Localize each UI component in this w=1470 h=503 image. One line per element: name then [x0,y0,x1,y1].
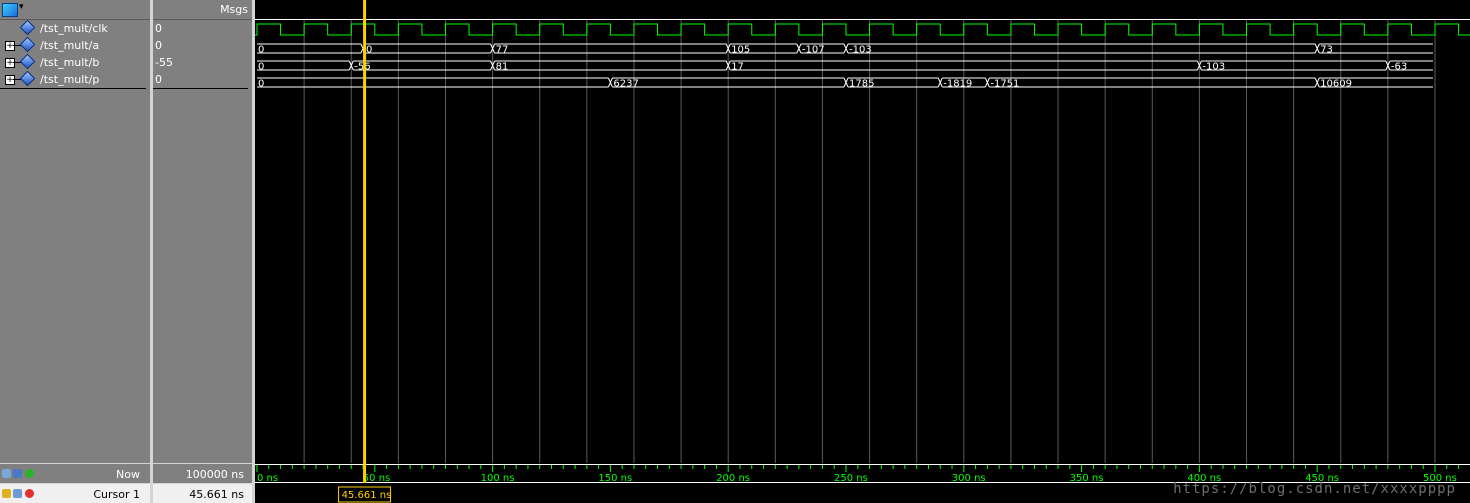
bus-transition [937,77,943,88]
now-value: 100000 ns [185,468,244,481]
value-row: 0 [153,71,248,89]
bus-value-label: 0 [366,45,372,56]
signal-name: /tst_mult/p [40,73,100,86]
signal-row-clk[interactable]: /tst_mult/clk [0,19,150,37]
edit-cursor-icon[interactable] [13,489,22,498]
bus-value-label: -103 [1202,62,1225,73]
signal-row-b[interactable]: + /tst_mult/b [0,53,150,71]
expand-plus-icon[interactable]: + [5,41,15,51]
bus-value-label: 10609 [1320,79,1352,90]
signal-value: 0 [155,39,162,52]
bus-value-label: 1785 [849,79,874,90]
signal-value: 0 [155,73,162,86]
bus-transition [843,43,849,54]
cursor-row[interactable]: Cursor 1 [0,483,150,503]
waveform-canvas[interactable]: 0 0 77 105 -107 -103 73 0 -56 81 17 -103 -63 0 6237 178… [255,0,1470,463]
now-value-row: 100000 ns [153,463,252,483]
signal-names-pane: ▾ /tst_mult/clk + /tst_mult/a + /tst_mul… [0,0,150,463]
signal-name: /tst_mult/a [40,39,100,52]
cursor-value: 45.661 ns [189,488,244,501]
ruler-tick-label: 200 ns [716,473,750,484]
wave-header-band [255,0,1470,19]
now-label: Now [116,468,140,481]
ruler-tick-label: 250 ns [834,473,868,484]
bus-value-label: -1751 [990,79,1019,90]
ruler-tick-label: 50 ns [363,473,390,484]
expand-plus-icon[interactable]: + [5,75,15,85]
now-row: Now [0,463,150,483]
bottom-names-area: Now Cursor 1 [0,463,150,503]
cursor-label: Cursor 1 [93,488,140,501]
bus-value-label: -63 [1391,62,1407,73]
signal-row-a[interactable]: + /tst_mult/a [0,36,150,54]
signal-diamond-icon [19,53,36,70]
bus-value-label: 77 [496,45,509,56]
signal-row-p[interactable]: + /tst_mult/p [0,70,146,89]
ruler-tick-label: 350 ns [1070,473,1104,484]
bus-transition [1314,43,1320,54]
waveform-pane[interactable]: 0 0 77 105 -107 -103 73 0 -56 81 17 -103 -63 0 6237 178… [255,0,1470,463]
bus-value-label: 0 [258,45,264,56]
bus-value-label: 6237 [613,79,638,90]
cursor-time-badge-text: 45.661 ns [342,490,392,501]
lock-icon[interactable] [2,489,11,498]
bus-value-label: 0 [258,79,264,90]
expand-plus-icon[interactable]: + [5,58,15,68]
names-header: ▾ [0,0,150,20]
bus-transition [843,77,849,88]
signal-name: /tst_mult/b [40,56,100,69]
bus-transition [984,77,990,88]
bus-value-label: -103 [849,45,872,56]
monitor-icon[interactable] [13,469,22,478]
signal-diamond-icon [19,36,36,53]
zoom-icon[interactable] [2,469,11,478]
add-cursor-icon[interactable] [25,469,34,478]
signal-values-pane: Msgs 0 0 -55 0 [153,0,252,463]
chevron-down-icon[interactable]: ▾ [19,2,24,12]
value-row: 0 [153,20,252,37]
ruler-tick-label: 0 ns [257,473,278,484]
clk-waveform [255,23,1470,36]
bus-value-label: 73 [1320,45,1333,56]
ruler-tick-label: 300 ns [952,473,986,484]
bus-value-label: 105 [731,45,750,56]
signal-value: -55 [155,56,173,69]
bottom-values-area: 100000 ns 45.661 ns [153,463,252,503]
watermark: https://blog.csdn.net/xxxxpppp [1173,481,1456,497]
bus-value-label: 17 [731,62,744,73]
signal-name: /tst_mult/clk [40,22,108,35]
signal-diamond-icon [19,70,36,87]
bus-transition [607,77,613,88]
bus-value-label: 81 [496,62,509,73]
wave-layout-icon[interactable] [2,3,18,17]
bus-transition [796,43,802,54]
bus-value-label: -56 [354,62,370,73]
value-row: 0 [153,37,252,54]
values-header: Msgs [153,0,252,20]
signal-value: 0 [155,22,162,35]
bus-value-label: -1819 [943,79,972,90]
signal-diamond-icon [19,19,36,36]
bus-value-label: 0 [258,62,264,73]
ruler-tick-label: 150 ns [598,473,632,484]
cursor-value-row: 45.661 ns [153,483,252,503]
ruler-tick-label: 100 ns [481,473,515,484]
bus-transition [1314,77,1320,88]
msgs-label: Msgs [220,3,248,16]
delete-cursor-icon[interactable] [25,489,34,498]
bus-value-label: -107 [802,45,825,56]
value-row: -55 [153,54,252,71]
